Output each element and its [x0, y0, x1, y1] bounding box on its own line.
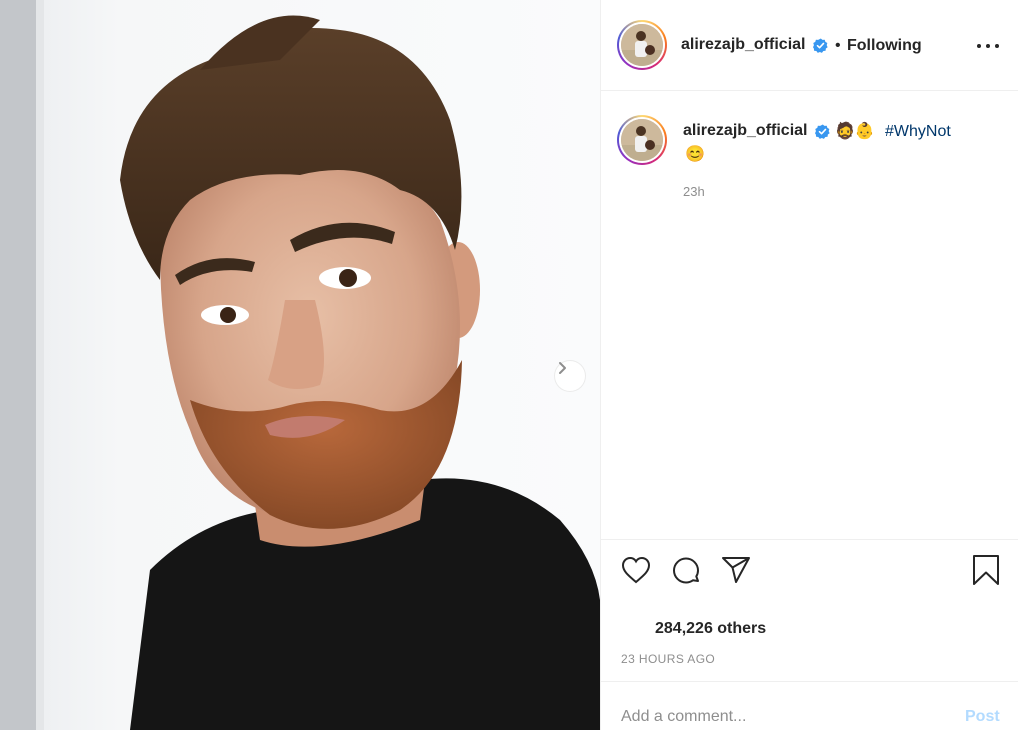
caption-username[interactable]: alirezajb_official	[683, 122, 808, 140]
header-username[interactable]: alirezajb_official	[681, 36, 806, 54]
more-options-icon[interactable]	[977, 36, 999, 56]
next-image-button[interactable]	[554, 360, 586, 392]
share-icon[interactable]	[721, 556, 751, 584]
caption-avatar[interactable]	[617, 115, 667, 165]
post-comment-button[interactable]: Post	[965, 708, 1000, 726]
comment-input[interactable]	[621, 706, 941, 728]
likes-count[interactable]: 284,226 others	[655, 620, 766, 638]
post-header: alirezajb_official • Following	[601, 0, 1018, 91]
verified-badge-icon	[815, 124, 830, 139]
comment-icon[interactable]	[671, 556, 701, 586]
chevron-right-icon	[559, 362, 566, 374]
selfie-photo	[0, 0, 600, 730]
separator-dot: •	[835, 37, 841, 54]
actions-divider	[601, 539, 1018, 540]
caption-age[interactable]: 23h	[683, 184, 705, 199]
avatar-image	[621, 24, 663, 66]
caption-hashtag[interactable]: #WhyNot	[885, 121, 951, 143]
avatar-image	[621, 119, 663, 161]
post-timestamp[interactable]: 23 HOURS AGO	[621, 652, 715, 666]
caption-emojis: 🧔👶	[835, 123, 875, 140]
heart-icon[interactable]	[621, 556, 651, 584]
post-photo[interactable]	[0, 0, 600, 730]
bookmark-icon[interactable]	[971, 554, 1001, 586]
comment-bar: Post	[601, 681, 1018, 730]
avatar[interactable]	[617, 20, 667, 70]
caption-emoji-line-2: 😊	[685, 146, 705, 163]
following-button[interactable]: Following	[847, 37, 922, 55]
post-side-panel: alirezajb_official • Following alirezajb…	[600, 0, 1018, 730]
verified-badge-icon	[813, 38, 828, 53]
